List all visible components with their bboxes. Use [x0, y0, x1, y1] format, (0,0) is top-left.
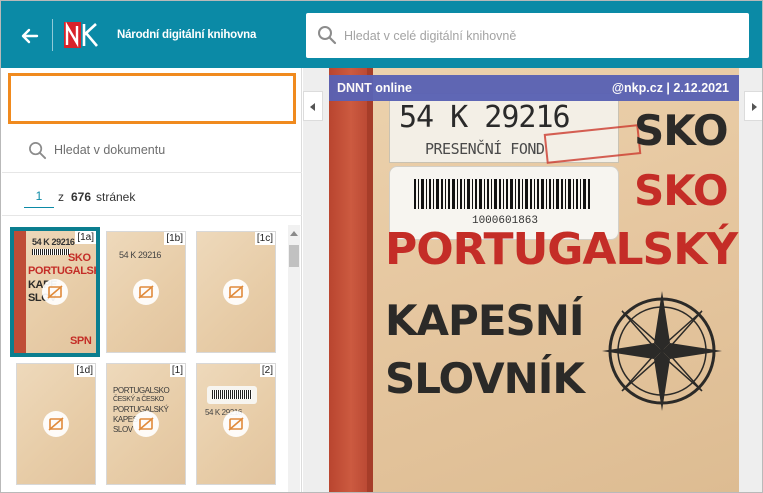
thumbnail-tag: [1c]	[254, 232, 275, 245]
thumbnail-spine	[14, 231, 26, 353]
cover-line-slovnik: SLOVNÍK	[385, 354, 585, 403]
top-bar: Národní digitální knihovna	[1, 1, 762, 68]
hidden-image-icon	[133, 279, 159, 305]
hidden-image-icon	[223, 411, 249, 437]
user-date-label: @nkp.cz | 2.12.2021	[611, 81, 729, 95]
header-divider	[52, 19, 53, 51]
thumb-barcode	[212, 390, 252, 399]
thumbnail-tag: [1]	[169, 364, 185, 377]
barcode-icon	[414, 179, 590, 209]
hidden-image-icon	[43, 411, 69, 437]
collapse-left-panel-button[interactable]	[303, 91, 323, 121]
thumbnail-tag: [1d]	[74, 364, 95, 377]
app-frame: Národní digitální knihovna z 676 stránek	[0, 0, 763, 493]
cover-line-sko-1: SKO	[634, 106, 729, 155]
nk-logo[interactable]	[64, 21, 99, 49]
thumb-portugalsky: PORTUGALSKÝ	[28, 265, 100, 277]
collapse-right-panel-button[interactable]	[744, 91, 762, 121]
scrollbar-thumb[interactable]	[289, 245, 299, 267]
page-number-input[interactable]	[24, 184, 54, 208]
cover-line-kapesni: KAPESNÍ	[385, 296, 585, 345]
cover-line-portugalsky: PORTUGALSKÝ	[385, 224, 738, 275]
page-of-label: z	[58, 190, 64, 204]
dnnt-online-banner: DNNT online @nkp.cz | 2.12.2021	[329, 75, 739, 101]
hidden-image-icon	[133, 411, 159, 437]
thumb-shelf: 54 K 29216	[119, 250, 162, 260]
thumb-sko: SKO	[68, 252, 91, 264]
page-total: 676	[71, 190, 92, 204]
thumb-barcode	[32, 249, 70, 255]
page-unit-label: stránek	[96, 190, 136, 204]
left-panel: z 676 stránek 54 K 29216 SKO PORTUGALSKÝ…	[2, 68, 302, 492]
thumb-title-2: ČESKÝ a ČESKO	[113, 396, 164, 403]
scroll-up-arrow[interactable]	[290, 231, 298, 236]
page-navigator: z 676 stránek	[2, 174, 302, 216]
thumbnail-tag: [1a]	[75, 231, 96, 244]
site-name[interactable]: Národní digitální knihovna	[117, 29, 256, 41]
thumb-title-1: PORTUGALSKO	[113, 386, 170, 395]
page-image: 54 K 29216 PRESENČNÍ FOND 1000601863 SKO…	[329, 68, 739, 492]
global-search-box[interactable]	[306, 13, 749, 58]
thumbnail-tag: [2]	[259, 364, 275, 377]
document-search[interactable]	[2, 129, 302, 173]
compass-rose-icon	[602, 291, 722, 411]
fond-label: PRESENČNÍ FOND	[425, 140, 545, 158]
thumbnail-1a[interactable]: 54 K 29216 SKO PORTUGALSKÝ KAPE SLOV SPN…	[10, 227, 100, 357]
global-search-input[interactable]	[344, 13, 739, 58]
thumb-shelf: 54 K 29216	[32, 237, 75, 247]
thumbnail-1b[interactable]: 54 K 29216 [1b]	[106, 231, 186, 353]
chevron-left-icon	[310, 103, 315, 111]
hidden-image-icon	[42, 279, 68, 305]
dnnt-label: DNNT online	[337, 81, 412, 95]
thumbnail-scrollbar[interactable]	[288, 225, 300, 492]
thumb-barcode-label	[207, 386, 257, 404]
cover-line-sko-2: SKO	[634, 166, 729, 215]
thumbnail-1c[interactable]: [1c]	[196, 231, 276, 353]
thumbnail-tag: [1b]	[164, 232, 185, 245]
search-icon	[29, 142, 47, 160]
arrow-left-icon	[21, 28, 39, 44]
thumbnail-1d[interactable]: [1d]	[16, 363, 96, 485]
document-search-input[interactable]	[54, 129, 294, 171]
search-icon	[318, 26, 337, 45]
hidden-image-icon	[223, 279, 249, 305]
thumbnail-1[interactable]: PORTUGALSKO ČESKÝ a ČESKO PORTUGALSKÝ KA…	[106, 363, 186, 485]
thumb-title-5: SLOV	[113, 425, 133, 434]
thumb-spn: SPN	[70, 335, 92, 347]
back-button[interactable]	[17, 23, 43, 49]
thumbnail-2[interactable]: 54 K 29216 [2]	[196, 363, 276, 485]
thumbnail-grid: 54 K 29216 SKO PORTUGALSKÝ KAPE SLOV SPN…	[2, 217, 302, 492]
chevron-right-icon	[752, 103, 757, 111]
document-title-box[interactable]	[8, 73, 296, 124]
shelf-mark: 54 K 29216	[399, 100, 571, 135]
